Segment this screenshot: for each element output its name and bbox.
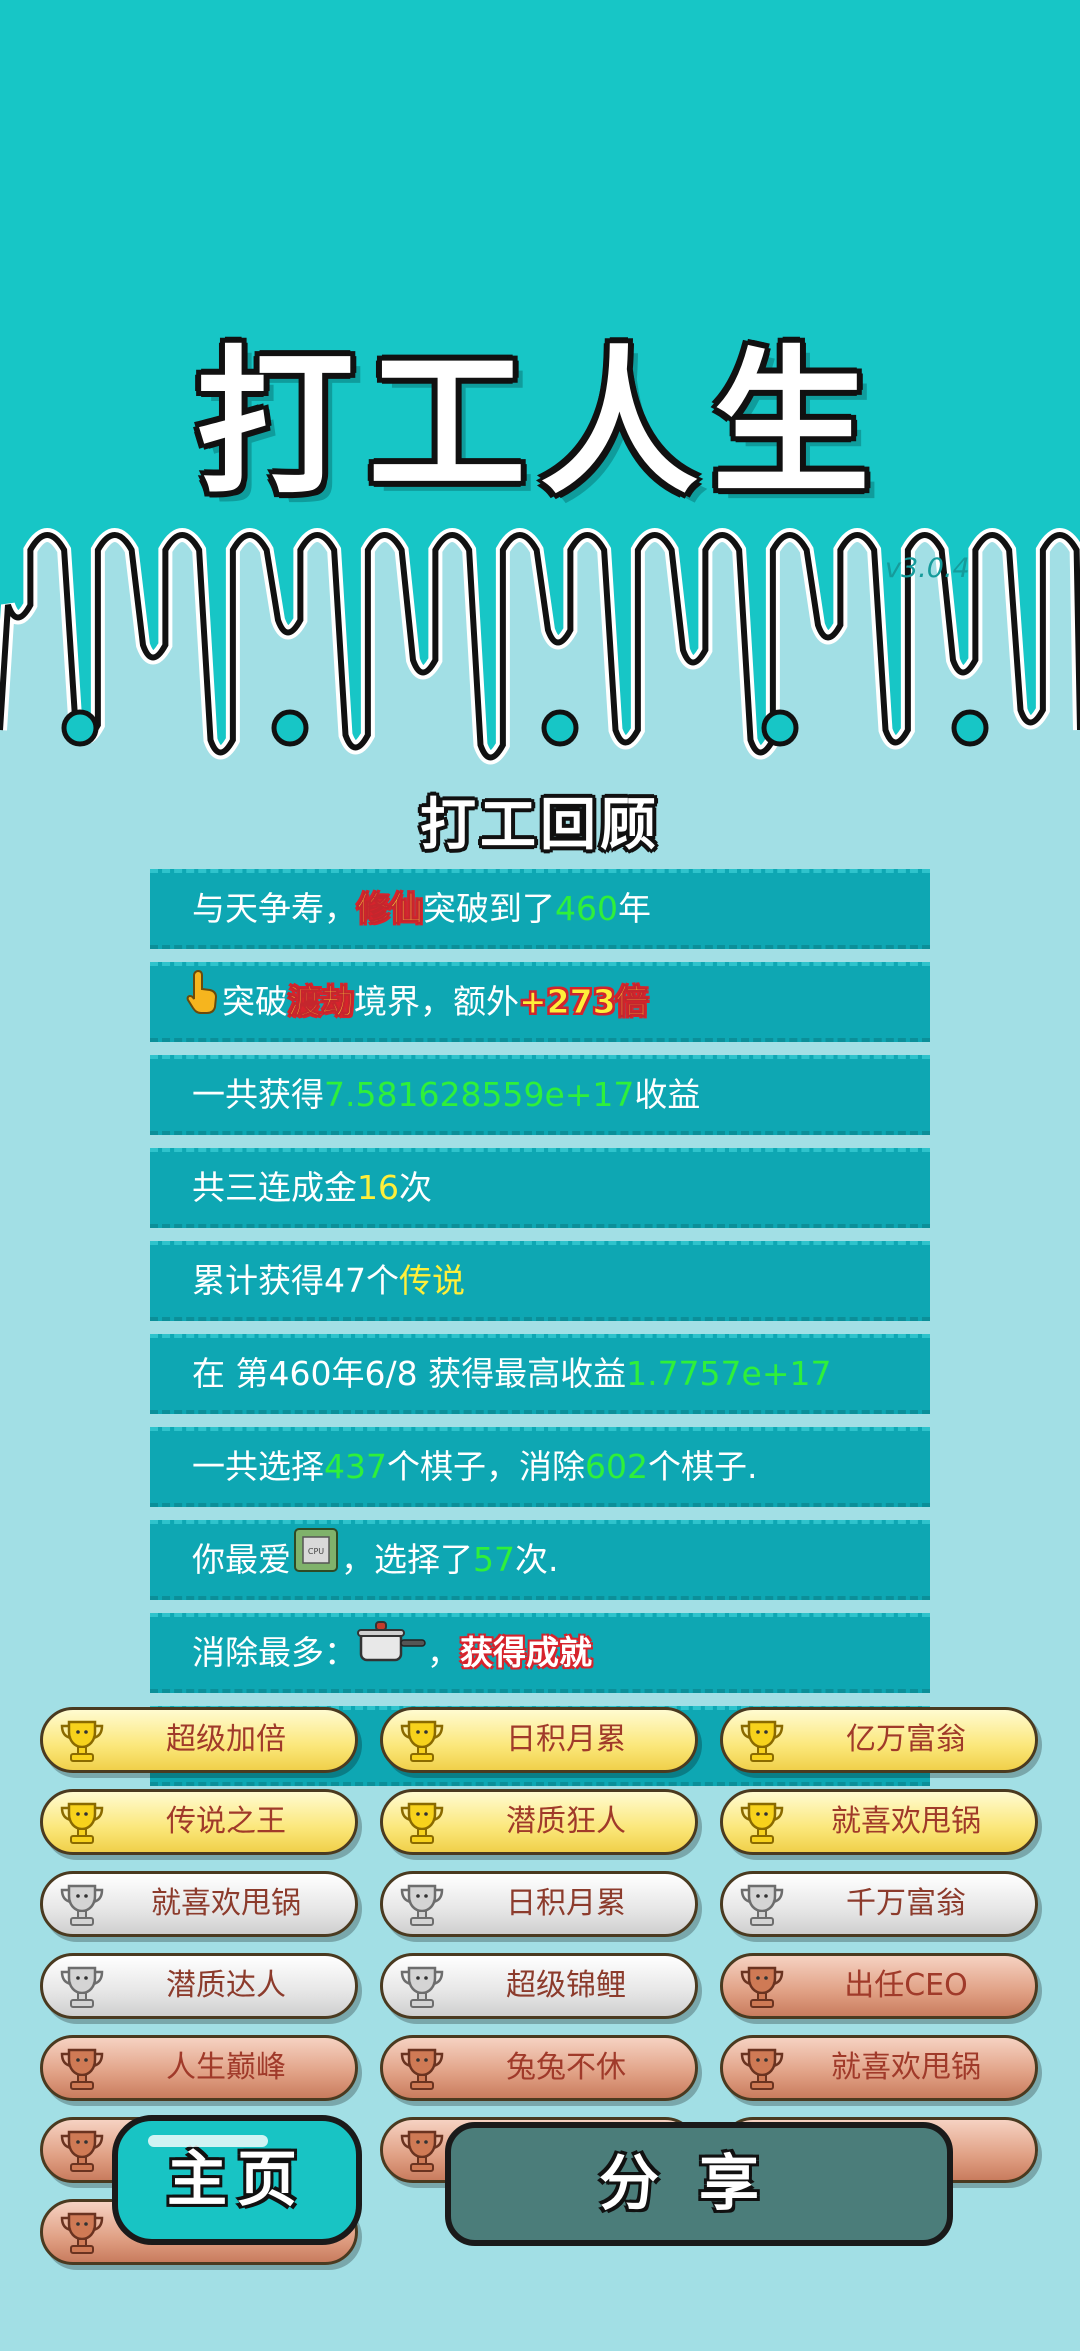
- trophy-icon: [57, 1716, 107, 1766]
- review-row: 突破渡劫境界，额外+273倍: [150, 962, 930, 1042]
- share-button[interactable]: 分享: [445, 2122, 953, 2246]
- trophy-icon: [57, 2044, 107, 2094]
- achievement-label: 潜质狂人: [506, 1804, 626, 1839]
- achievement-badge: 潜质达人: [40, 1953, 358, 2019]
- review-row: 一共获得7.581628559e+17收益: [150, 1055, 930, 1135]
- achievement-label: 日积月累: [506, 1722, 626, 1757]
- trophy-icon: [57, 2208, 107, 2258]
- trophy-icon: [397, 1798, 447, 1848]
- trophy-icon: [737, 1716, 787, 1766]
- achievement-label: 亿万富翁: [846, 1722, 966, 1757]
- svg-text:CPU: CPU: [308, 1547, 324, 1556]
- review-row: 与天争寿，修仙突破到了460年: [150, 869, 930, 949]
- trophy-icon: [737, 1880, 787, 1930]
- version-label: v3.0.4: [885, 553, 970, 584]
- achievement-badge: 亿万富翁: [720, 1707, 1038, 1773]
- review-row: 一共选择437个棋子，消除602个棋子.: [150, 1427, 930, 1507]
- achievement-label: 兔兔不休: [506, 2050, 626, 2085]
- review-row: 你最爱 CPU ，选择了57次.: [150, 1520, 930, 1600]
- achievement-badge: 就喜欢甩锅: [720, 1789, 1038, 1855]
- review-title: 打工回顾: [420, 793, 660, 858]
- achievement-label: 就喜欢甩锅: [831, 2050, 981, 2085]
- drip-wave-decoration: [0, 510, 1080, 770]
- review-row: 消除最多： ，获得成就: [150, 1613, 930, 1693]
- achievement-label: 潜质达人: [166, 1968, 286, 2003]
- trophy-icon: [57, 1880, 107, 1930]
- cpu-chip-icon: CPU: [291, 1526, 341, 1598]
- achievement-badge: 超级锦鲤: [380, 1953, 698, 2019]
- achievement-badge: 日积月累: [380, 1707, 698, 1773]
- app-title: 打工人生: [196, 332, 884, 516]
- trophy-icon: [737, 2044, 787, 2094]
- achievement-label: 传说之王: [166, 1804, 286, 1839]
- trophy-icon: [57, 1798, 107, 1848]
- trophy-icon: [737, 1798, 787, 1848]
- review-row: 共三连成金16次: [150, 1148, 930, 1228]
- achievement-label: 超级加倍: [166, 1722, 286, 1757]
- achievement-badge: 就喜欢甩锅: [720, 2035, 1038, 2101]
- trophy-icon: [397, 1962, 447, 2012]
- trophy-icon: [57, 2126, 107, 2176]
- trophy-icon: [397, 1880, 447, 1930]
- trophy-icon: [397, 1716, 447, 1766]
- achievement-badge: 人生巅峰: [40, 2035, 358, 2101]
- achievement-label: 超级锦鲤: [506, 1968, 626, 2003]
- achievement-label: 人生巅峰: [166, 2050, 286, 2085]
- achievement-badge: 日积月累: [380, 1871, 698, 1937]
- trophy-icon: [397, 2126, 447, 2176]
- home-button[interactable]: 主页: [112, 2115, 362, 2245]
- trophy-icon: [397, 2044, 447, 2094]
- achievement-badge: 兔兔不休: [380, 2035, 698, 2101]
- achievement-badge: 就喜欢甩锅: [40, 1871, 358, 1937]
- review-row: 累计获得47个传说: [150, 1241, 930, 1321]
- trophy-icon: [737, 1962, 787, 2012]
- achievement-badge: 超级加倍: [40, 1707, 358, 1773]
- achievement-label: 日积月累: [506, 1886, 626, 1921]
- cooking-pot-icon: [357, 1618, 427, 1691]
- achievement-label: 就喜欢甩锅: [151, 1886, 301, 1921]
- achievement-label: 就喜欢甩锅: [831, 1804, 981, 1839]
- achievement-label: 千万富翁: [846, 1886, 966, 1921]
- achievement-badge: 潜质狂人: [380, 1789, 698, 1855]
- achievement-label: 出任CEO: [844, 1968, 968, 2003]
- pointing-hand-icon: [186, 967, 222, 1040]
- trophy-icon: [57, 1962, 107, 2012]
- achievement-badge: 千万富翁: [720, 1871, 1038, 1937]
- review-row: 在 第460年6/8 获得最高收益1.7757e+17: [150, 1334, 930, 1414]
- achievement-badge: 传说之王: [40, 1789, 358, 1855]
- achievement-badge: 出任CEO: [720, 1953, 1038, 2019]
